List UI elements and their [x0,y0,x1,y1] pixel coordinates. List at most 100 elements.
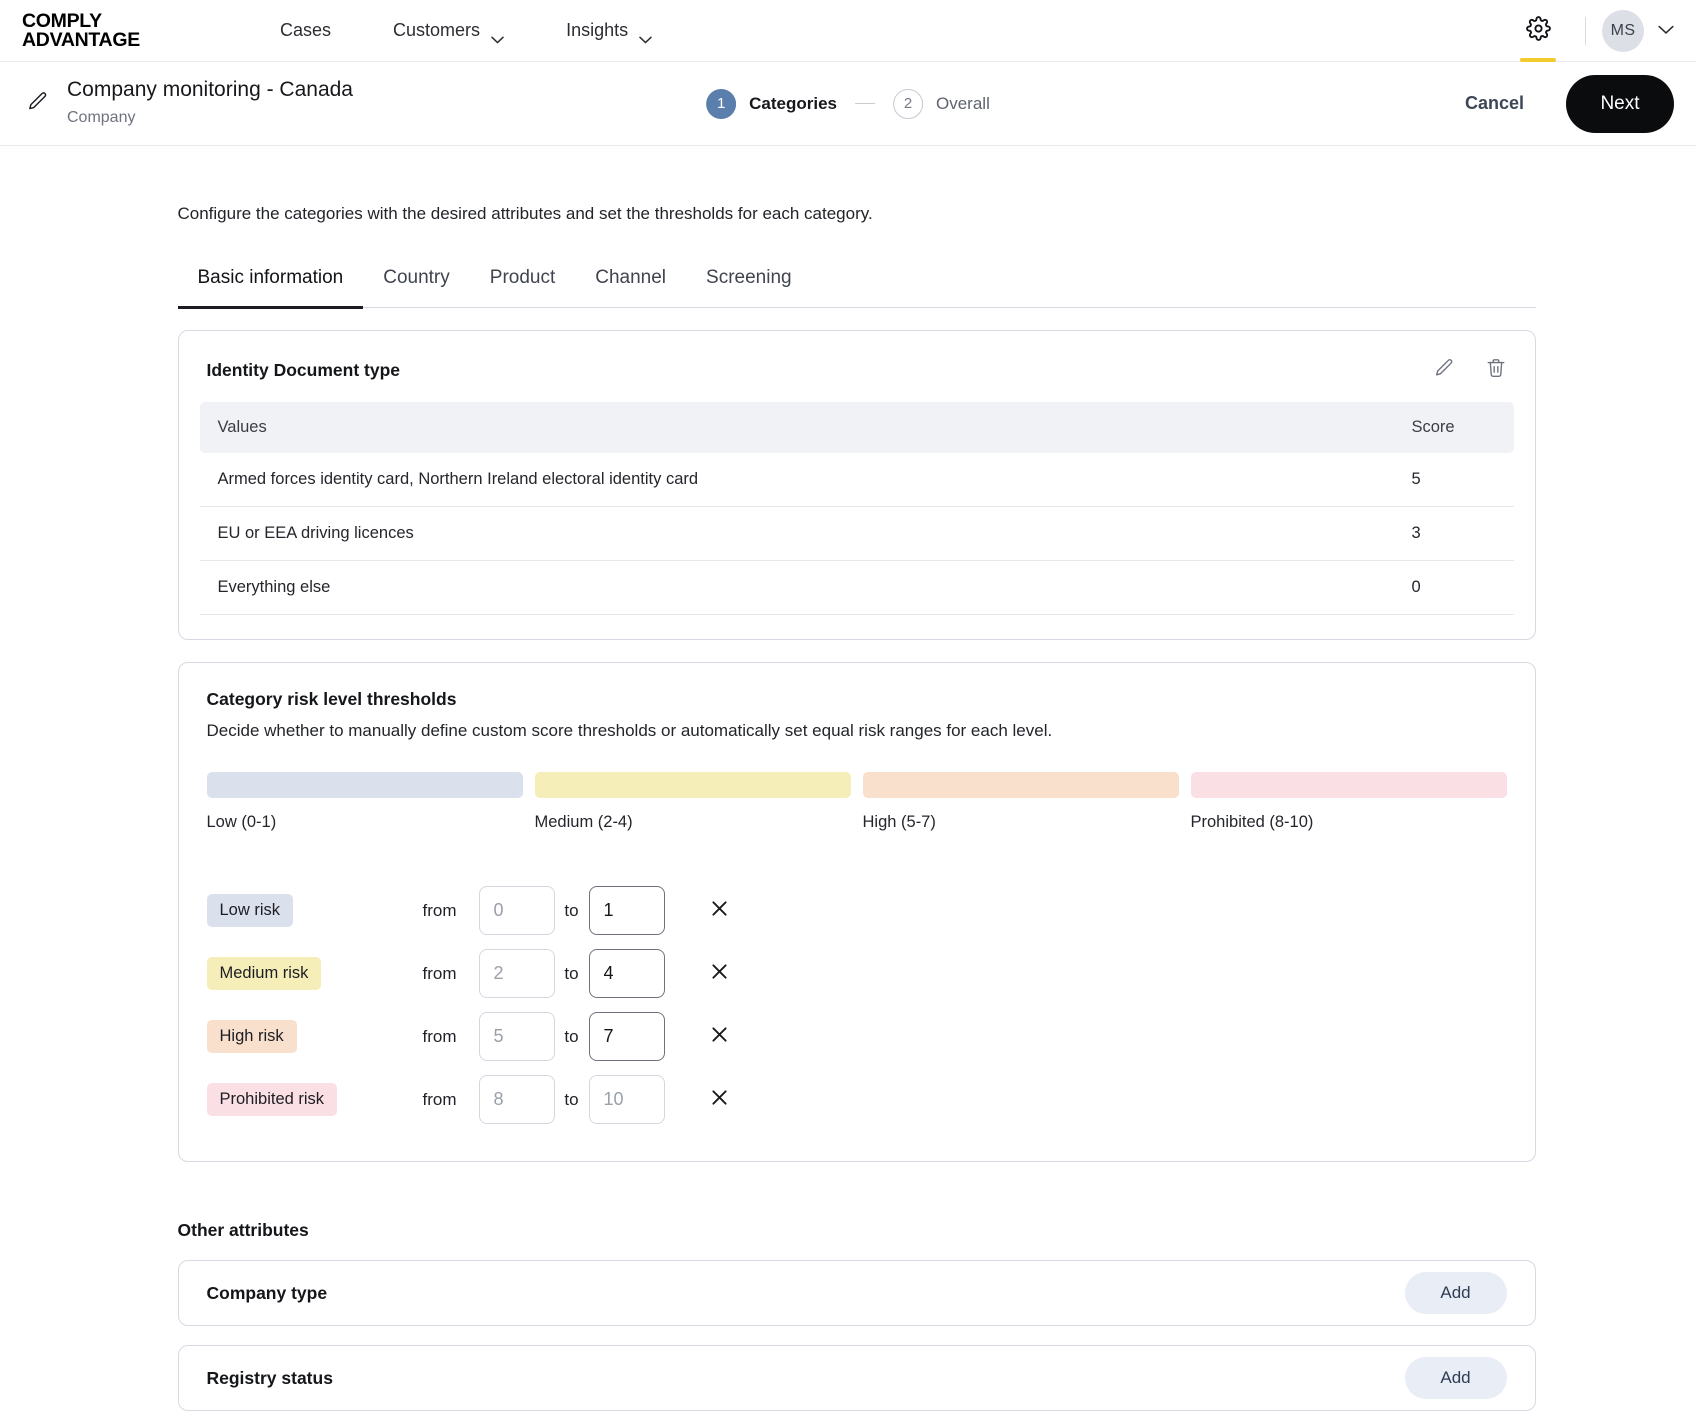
chevron-down-icon[interactable] [1658,22,1674,40]
chevron-down-icon [491,28,504,43]
to-label: to [564,963,579,983]
other-attribute-company-type: Company type Add [177,1260,1536,1326]
column-header-values: Values [199,402,1394,453]
from-input[interactable] [478,886,555,935]
content-container: Configure the categories with the desire… [161,146,1536,1411]
to-input[interactable] [588,1075,665,1124]
page-description: Configure the categories with the desire… [177,204,873,223]
brand-logo[interactable]: COMPLY ADVANTAGE [22,9,192,51]
cell-value: EU or EEA driving licences [199,506,1394,561]
nav-item-label: Customers [393,20,481,40]
nav-item-label: Insights [566,20,629,40]
identity-document-type-card: Identity Document type Values Score Arme… [177,330,1536,640]
avatar-initials: MS [1610,21,1636,39]
risk-level-chip: Prohibited risk [206,1083,338,1116]
legend-label-prohibited: Prohibited (8-10) [1190,813,1314,831]
risk-legend-labels: Low (0-1) Medium (2-4) High (5-7) Prohib… [207,813,1507,832]
chip-cell: High risk [206,1020,423,1053]
cell-score: 3 [1393,506,1514,561]
remove-threshold-button[interactable] [707,898,733,924]
delete-attribute-button[interactable] [1485,357,1507,384]
card-title: Identity Document type [206,360,401,380]
attribute-name: Registry status [206,1367,333,1388]
thresholds-subtitle: Decide whether to manually define custom… [206,721,1053,740]
category-tabs: Basic information Country Product Channe… [177,261,1536,309]
nav-item-insights[interactable]: Insights [535,0,683,62]
from-label: from [422,1089,457,1109]
next-button[interactable]: Next [1566,74,1674,133]
legend-bar-high [862,772,1179,798]
step-connector [855,102,876,105]
edit-attribute-button[interactable] [1433,357,1455,384]
top-nav-right: MS [1507,0,1696,62]
page-title: Company monitoring - Canada [67,78,353,102]
to-input[interactable] [588,1012,665,1061]
tab-country[interactable]: Country [363,263,470,309]
close-icon [710,1025,729,1048]
close-icon [710,962,729,985]
divider [1585,16,1586,45]
page-header-bar: Company monitoring - Canada Company 1 Ca… [0,62,1696,146]
step-number: 2 [903,95,913,112]
cell-score: 5 [1393,453,1514,507]
other-attribute-registry-status: Registry status Add [177,1345,1536,1411]
cell-score: 0 [1393,560,1514,615]
add-attribute-button[interactable]: Add [1404,1272,1507,1314]
legend-bar-medium [534,772,851,798]
chip-cell: Prohibited risk [206,1083,423,1116]
tab-product[interactable]: Product [470,263,575,309]
main-content: Configure the categories with the desire… [0,146,1696,1414]
logo-line-2: ADVANTAGE [22,28,140,51]
chevron-down-icon [639,28,652,43]
add-attribute-button[interactable]: Add [1404,1357,1507,1399]
table-row: Armed forces identity card, Northern Ire… [199,453,1514,507]
step-number-badge: 1 [706,88,737,119]
threshold-row-prohibited: Prohibited risk from to [206,1068,1507,1131]
threshold-row-high: High risk from to [206,1005,1507,1068]
avatar[interactable]: MS [1602,9,1644,52]
step-1-categories[interactable]: 1 Categories [706,88,838,119]
from-input[interactable] [478,1012,555,1061]
from-label: from [422,1026,457,1046]
remove-threshold-button[interactable] [707,961,733,987]
table-row: Everything else 0 [199,560,1514,615]
cell-value: Everything else [199,560,1394,615]
table-header-row: Values Score [199,402,1514,453]
chip-cell: Medium risk [206,957,423,990]
nav-item-customers[interactable]: Customers [362,0,535,62]
remove-threshold-button[interactable] [707,1087,733,1113]
to-input[interactable] [588,886,665,935]
category-risk-thresholds-card: Category risk level thresholds Decide wh… [177,662,1536,1162]
risk-level-chip: Low risk [206,894,294,927]
page-header-actions: Cancel Next [1449,74,1674,133]
card-header: Identity Document type [179,331,1535,402]
settings-button[interactable] [1507,0,1569,62]
close-icon [710,1088,729,1111]
chip-cell: Low risk [206,894,423,927]
to-input[interactable] [588,949,665,998]
table-body: Armed forces identity card, Northern Ire… [199,453,1514,615]
risk-level-chip: High risk [206,1020,297,1053]
from-input[interactable] [478,1075,555,1124]
remove-threshold-button[interactable] [707,1024,733,1050]
tab-channel[interactable]: Channel [575,263,686,309]
logo-line-1: COMPLY [22,9,102,32]
column-header-score: Score [1393,402,1514,453]
close-icon [710,899,729,922]
top-navigation-bar: COMPLY ADVANTAGE Cases Customers Insight… [0,0,1696,62]
from-input[interactable] [478,949,555,998]
threshold-rows: Low risk from to [206,879,1507,1131]
cancel-button[interactable]: Cancel [1449,83,1540,124]
risk-legend-bars [206,772,1507,798]
pencil-icon[interactable] [26,90,49,118]
tab-screening[interactable]: Screening [686,263,812,309]
nav-item-cases[interactable]: Cases [249,0,362,62]
tab-basic-information[interactable]: Basic information [177,263,364,309]
app-root: COMPLY ADVANTAGE Cases Customers Insight… [0,0,1696,1414]
thresholds-title: Category risk level thresholds [206,689,457,709]
step-2-overall[interactable]: 2 Overall [893,88,990,119]
step-label: Categories [749,93,838,113]
legend-bar-prohibited [1190,772,1507,798]
risk-level-chip: Medium risk [206,957,322,990]
other-attributes-heading: Other attributes [177,1220,309,1240]
